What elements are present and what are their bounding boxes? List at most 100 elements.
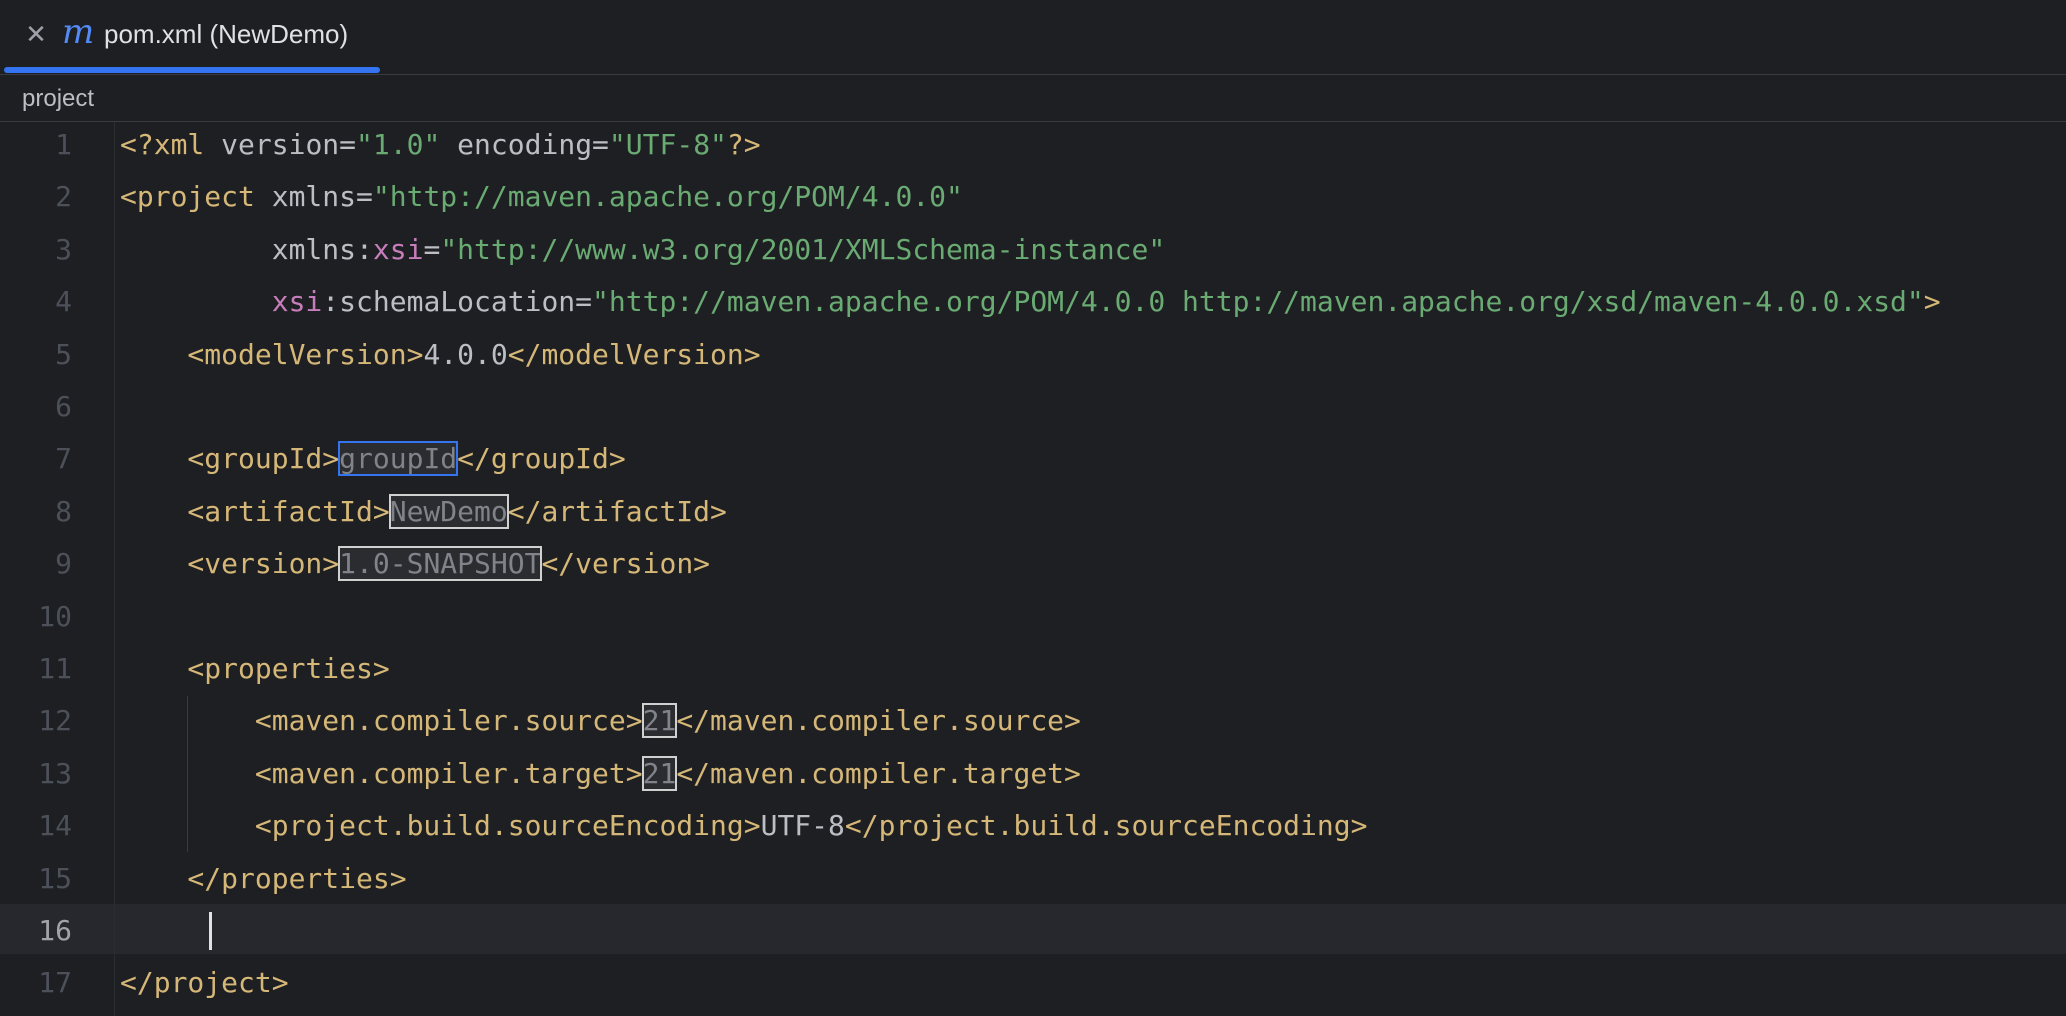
code-token: xsi <box>372 232 424 266</box>
tab-label: pom.xml (NewDemo) <box>104 19 349 49</box>
code-token: = <box>356 180 373 214</box>
code-token: <project.build.sourceEncoding> <box>120 809 761 843</box>
code-line[interactable]: 4 xsi:schemaLocation="http://maven.apach… <box>0 276 2066 328</box>
code-token: <artifactId> <box>120 494 390 528</box>
code-line[interactable]: 13 <maven.compiler.target>21</maven.comp… <box>0 748 2066 800</box>
code-token: <?xml <box>120 128 222 161</box>
line-number: 3 <box>55 232 72 266</box>
template-field[interactable]: 21 <box>641 703 678 739</box>
code-token: <maven.compiler.target> <box>120 756 643 790</box>
code-line[interactable]: 10 <box>0 591 2066 643</box>
code-line[interactable]: 2 <project xmlns="http://maven.apache.org… <box>0 171 2066 223</box>
code-token: encoding <box>440 128 593 161</box>
breadcrumb-item-project[interactable]: project <box>22 85 94 113</box>
line-number: 8 <box>55 494 72 528</box>
line-number: 17 <box>38 966 72 1000</box>
code-token: "http://maven.apache.org/POM/4.0.0 http:… <box>592 285 1924 319</box>
code-token: "UTF-8" <box>608 128 727 161</box>
code-token: </groupId> <box>457 442 626 476</box>
code-token: <project <box>120 180 272 214</box>
maven-icon: m <box>62 12 95 52</box>
code-line[interactable]: 14 <project.build.sourceEncoding>UTF-8</… <box>0 800 2066 852</box>
line-number: 9 <box>55 547 72 581</box>
line-number: 14 <box>38 809 72 843</box>
code-token: "1.0" <box>356 128 441 161</box>
editor-tab-bar: ✕ m pom.xml (NewDemo) <box>0 0 2066 75</box>
code-token: xmlns <box>271 180 357 214</box>
code-line[interactable]: 3 xmlns:xsi="http://www.w3.org/2001/XMLS… <box>0 224 2066 276</box>
line-number: 12 <box>38 704 72 738</box>
code-token: "http://maven.apache.org/POM/4.0.0" <box>372 180 963 214</box>
code-line[interactable]: 5 <modelVersion>4.0.0</modelVersion> <box>0 329 2066 381</box>
template-field[interactable]: 21 <box>641 755 678 791</box>
line-number: 5 <box>55 337 72 371</box>
code-text[interactable]: <?xml version="1.0" encoding="UTF-8"?> <box>120 119 761 171</box>
code-line[interactable]: 7 <groupId>groupId</groupId> <box>0 433 2066 485</box>
code-line[interactable]: 17 </project> <box>0 957 2066 1009</box>
code-token: </maven.compiler.source> <box>676 704 1081 738</box>
line-number: 16 <box>38 914 72 947</box>
line-number: 4 <box>55 285 72 319</box>
text-caret <box>209 912 212 950</box>
code-token: </properties> <box>120 861 407 895</box>
code-line[interactable]: 16 <box>0 905 2066 957</box>
code-token: :schemaLocation <box>322 285 576 319</box>
code-line[interactable]: 8 <artifactId>NewDemo</artifactId> <box>0 486 2066 538</box>
line-number: 15 <box>38 861 72 895</box>
line-number: 6 <box>55 390 72 423</box>
code-line[interactable]: 6 <box>0 381 2066 433</box>
code-token: </maven.compiler.target> <box>676 756 1081 790</box>
code-line[interactable]: 12 <maven.compiler.source>21</maven.comp… <box>0 695 2066 747</box>
code-token: : <box>356 232 373 266</box>
code-text[interactable]: </project> <box>120 957 289 1009</box>
line-number: 7 <box>55 442 72 476</box>
code-token: </modelVersion> <box>507 337 761 371</box>
code-text[interactable]: <project.build.sourceEncoding>UTF-8</pro… <box>120 800 1368 852</box>
code-token: </project.build.sourceEncoding> <box>844 809 1368 843</box>
code-token: = <box>423 232 441 266</box>
code-token: > <box>1923 285 1941 319</box>
code-text[interactable]: xmlns:xsi="http://www.w3.org/2001/XMLSch… <box>120 224 1165 276</box>
code-text[interactable]: </properties> <box>120 853 407 905</box>
line-number: 11 <box>38 652 72 685</box>
code-text[interactable]: <groupId>groupId</groupId> <box>120 433 626 485</box>
code-line[interactable]: 1 <?xml version="1.0" encoding="UTF-8"?> <box>0 119 2066 171</box>
code-token: = <box>575 285 593 319</box>
code-token: </artifactId> <box>507 494 727 528</box>
code-token: = <box>592 128 609 161</box>
tab-pom-xml[interactable]: ✕ m pom.xml (NewDemo) <box>0 0 380 75</box>
code-token: </version> <box>541 547 711 581</box>
template-field[interactable]: groupId <box>338 441 459 477</box>
code-token: version <box>221 128 340 161</box>
code-token: xsi <box>271 285 323 319</box>
code-token: xmlns <box>120 232 357 266</box>
code-token: <modelVersion> <box>120 337 424 371</box>
code-text[interactable]: xsi:schemaLocation="http://maven.apache.… <box>120 276 1941 328</box>
code-text[interactable]: <artifactId>NewDemo</artifactId> <box>120 486 727 538</box>
line-number: 2 <box>55 180 72 214</box>
code-text[interactable]: <properties> <box>120 643 390 695</box>
line-number: 1 <box>55 128 72 161</box>
code-line[interactable]: 15 </properties> <box>0 853 2066 905</box>
code-token: UTF-8 <box>760 809 845 843</box>
code-text[interactable]: <version>1.0-SNAPSHOT</version> <box>120 538 710 590</box>
code-text[interactable]: <maven.compiler.target>21</maven.compile… <box>120 748 1081 800</box>
code-token: = <box>339 128 357 161</box>
code-editor[interactable]: 1 <?xml version="1.0" encoding="UTF-8"?> 2… <box>0 122 2066 1016</box>
breadcrumb: project <box>0 76 2066 122</box>
code-line[interactable]: 11 <properties> <box>0 643 2066 695</box>
template-field[interactable]: 1.0-SNAPSHOT <box>338 546 543 582</box>
code-token: <version> <box>120 547 340 581</box>
code-token: <properties> <box>120 652 390 685</box>
close-icon[interactable]: ✕ <box>22 20 50 48</box>
code-token: "http://www.w3.org/2001/XMLSchema-instan… <box>440 232 1166 266</box>
code-token: 4.0.0 <box>423 337 508 371</box>
code-token: ?> <box>726 128 761 161</box>
code-text[interactable]: <maven.compiler.source>21</maven.compile… <box>120 695 1081 747</box>
template-field[interactable]: NewDemo <box>388 493 509 529</box>
code-text[interactable]: <project xmlns="http://maven.apache.org/… <box>120 171 963 223</box>
code-text[interactable]: <modelVersion>4.0.0</modelVersion> <box>120 329 761 381</box>
code-line[interactable]: 9 <version>1.0-SNAPSHOT</version> <box>0 538 2066 590</box>
code-token: </project> <box>120 966 289 1000</box>
